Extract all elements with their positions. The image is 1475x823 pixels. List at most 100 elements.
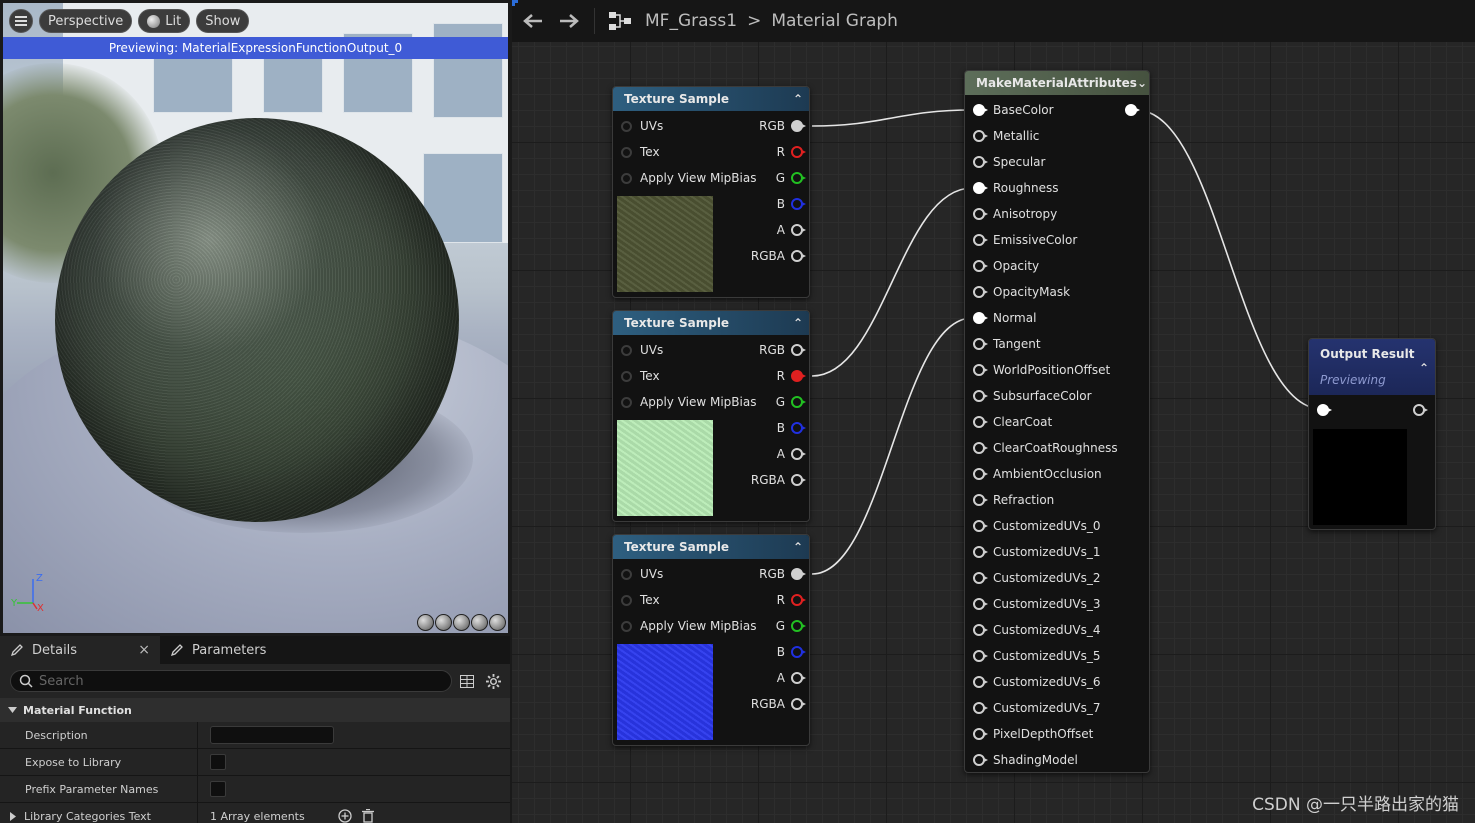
output-pin-row[interactable]: RGBA: [751, 470, 806, 490]
output-pin-icon[interactable]: [791, 198, 806, 210]
output-pin-row[interactable]: RGBA: [751, 246, 806, 266]
output-pin-icon[interactable]: [791, 146, 806, 158]
output-pin-row[interactable]: [1125, 100, 1140, 120]
output-pin-row[interactable]: B: [777, 642, 806, 662]
make-material-attributes-node[interactable]: MakeMaterialAttributes ⌄ BaseColor Metallic…: [964, 70, 1150, 773]
input-pin-row[interactable]: Tex: [621, 142, 660, 162]
input-pin-row[interactable]: [1317, 400, 1332, 420]
settings-button[interactable]: [482, 670, 504, 692]
output-pin-icon[interactable]: [791, 594, 806, 606]
close-icon[interactable]: ×: [138, 642, 150, 658]
attribute-pin-row[interactable]: ShadingModel: [973, 750, 1078, 770]
input-pin-row[interactable]: UVs: [621, 564, 663, 584]
attribute-pin-row[interactable]: Metallic: [973, 126, 1039, 146]
output-pin-row[interactable]: A: [777, 220, 806, 240]
texture-sample-node[interactable]: Texture Sample ⌃ UVs Tex Apply View MipBias R…: [612, 310, 810, 522]
output-pin-row[interactable]: RGB: [759, 116, 806, 136]
input-pin-icon[interactable]: [973, 468, 988, 480]
output-pin-row[interactable]: B: [777, 194, 806, 214]
input-pin-icon[interactable]: [973, 598, 988, 610]
input-pin-icon[interactable]: [621, 120, 632, 132]
attribute-pin-row[interactable]: ClearCoat: [973, 412, 1052, 432]
input-pin-icon[interactable]: [973, 364, 988, 376]
search-input[interactable]: [39, 673, 443, 689]
cube-mesh-icon[interactable]: [471, 614, 488, 631]
input-pin-icon[interactable]: [621, 146, 632, 158]
output-pin-row[interactable]: A: [777, 444, 806, 464]
connection-wire[interactable]: [811, 317, 973, 575]
input-pin-icon[interactable]: [973, 676, 988, 688]
output-pin-icon[interactable]: [1125, 104, 1140, 116]
input-pin-icon[interactable]: [973, 754, 988, 766]
node-header[interactable]: Texture Sample ⌃: [613, 311, 809, 335]
attribute-pin-row[interactable]: BaseColor: [973, 100, 1054, 120]
input-pin-icon[interactable]: [621, 568, 632, 580]
output-pin-icon[interactable]: [791, 698, 806, 710]
material-graph-canvas[interactable]: MF_Grass1 > Material Graph Texture Sampl…: [512, 0, 1475, 823]
input-pin-icon[interactable]: [973, 624, 988, 636]
custom-mesh-icon[interactable]: [489, 614, 506, 631]
output-pin-icon[interactable]: [791, 422, 806, 434]
input-pin-row[interactable]: Tex: [621, 590, 660, 610]
section-material-function[interactable]: Material Function: [0, 698, 510, 722]
breadcrumb-asset[interactable]: MF_Grass1: [645, 11, 737, 31]
output-pin-icon[interactable]: [1413, 404, 1428, 416]
attribute-pin-row[interactable]: OpacityMask: [973, 282, 1070, 302]
collapse-chevron-icon[interactable]: ⌃: [793, 316, 803, 330]
input-pin-row[interactable]: Apply View MipBias: [621, 616, 756, 636]
lit-button[interactable]: Lit: [138, 9, 191, 33]
connection-wire[interactable]: [811, 109, 973, 127]
sphere-mesh-icon[interactable]: [435, 614, 452, 631]
input-pin-icon[interactable]: [973, 572, 988, 584]
perspective-button[interactable]: Perspective: [39, 9, 133, 33]
output-result-node[interactable]: Output Result Previewing ⌃: [1308, 338, 1436, 530]
attribute-pin-row[interactable]: SubsurfaceColor: [973, 386, 1092, 406]
table-view-button[interactable]: [456, 670, 478, 692]
output-pin-row[interactable]: A: [777, 668, 806, 688]
input-pin-icon[interactable]: [973, 494, 988, 506]
output-pin-icon[interactable]: [791, 224, 806, 236]
attribute-pin-row[interactable]: ClearCoatRoughness: [973, 438, 1118, 458]
node-header[interactable]: Texture Sample ⌃: [613, 87, 809, 111]
input-pin-icon[interactable]: [621, 172, 632, 184]
attribute-pin-row[interactable]: CustomizedUVs_6: [973, 672, 1100, 692]
input-pin-icon[interactable]: [621, 370, 632, 382]
output-pin-row[interactable]: G: [776, 392, 806, 412]
texture-sample-node[interactable]: Texture Sample ⌃ UVs Tex Apply View MipBias R…: [612, 86, 810, 298]
attribute-pin-row[interactable]: Refraction: [973, 490, 1054, 510]
connection-wire[interactable]: [1135, 109, 1323, 410]
output-pin-icon[interactable]: [791, 672, 806, 684]
collapse-chevron-icon[interactable]: ⌃: [793, 92, 803, 106]
connection-wire[interactable]: [811, 187, 973, 377]
input-pin-icon[interactable]: [973, 208, 988, 220]
output-pin-row[interactable]: R: [777, 590, 806, 610]
output-pin-icon[interactable]: [791, 396, 806, 408]
input-pin-icon[interactable]: [621, 344, 632, 356]
output-pin-icon[interactable]: [791, 646, 806, 658]
output-pin-icon[interactable]: [791, 250, 806, 262]
plane-mesh-icon[interactable]: [453, 614, 470, 631]
input-pin-row[interactable]: UVs: [621, 116, 663, 136]
input-pin-row[interactable]: Tex: [621, 366, 660, 386]
attribute-pin-row[interactable]: PixelDepthOffset: [973, 724, 1093, 744]
output-pin-icon[interactable]: [791, 120, 806, 132]
cylinder-mesh-icon[interactable]: [417, 614, 434, 631]
viewport-menu-button[interactable]: [9, 9, 33, 33]
input-pin-icon[interactable]: [973, 520, 988, 532]
node-header[interactable]: Texture Sample ⌃: [613, 535, 809, 559]
attribute-pin-row[interactable]: EmissiveColor: [973, 230, 1077, 250]
attribute-pin-row[interactable]: CustomizedUVs_0: [973, 516, 1100, 536]
input-pin-icon[interactable]: [973, 260, 988, 272]
trash-icon[interactable]: [362, 809, 374, 823]
input-pin-icon[interactable]: [973, 702, 988, 714]
output-pin-icon[interactable]: [791, 448, 806, 460]
node-header[interactable]: Output Result Previewing ⌃: [1309, 339, 1435, 395]
output-pin-icon[interactable]: [791, 344, 806, 356]
collapse-chevron-icon[interactable]: ⌃: [793, 540, 803, 554]
output-pin-row[interactable]: G: [776, 616, 806, 636]
input-pin-icon[interactable]: [973, 156, 988, 168]
input-pin-icon[interactable]: [973, 338, 988, 350]
attribute-pin-row[interactable]: CustomizedUVs_5: [973, 646, 1100, 666]
input-pin-icon[interactable]: [973, 390, 988, 402]
output-pin-icon[interactable]: [791, 172, 806, 184]
